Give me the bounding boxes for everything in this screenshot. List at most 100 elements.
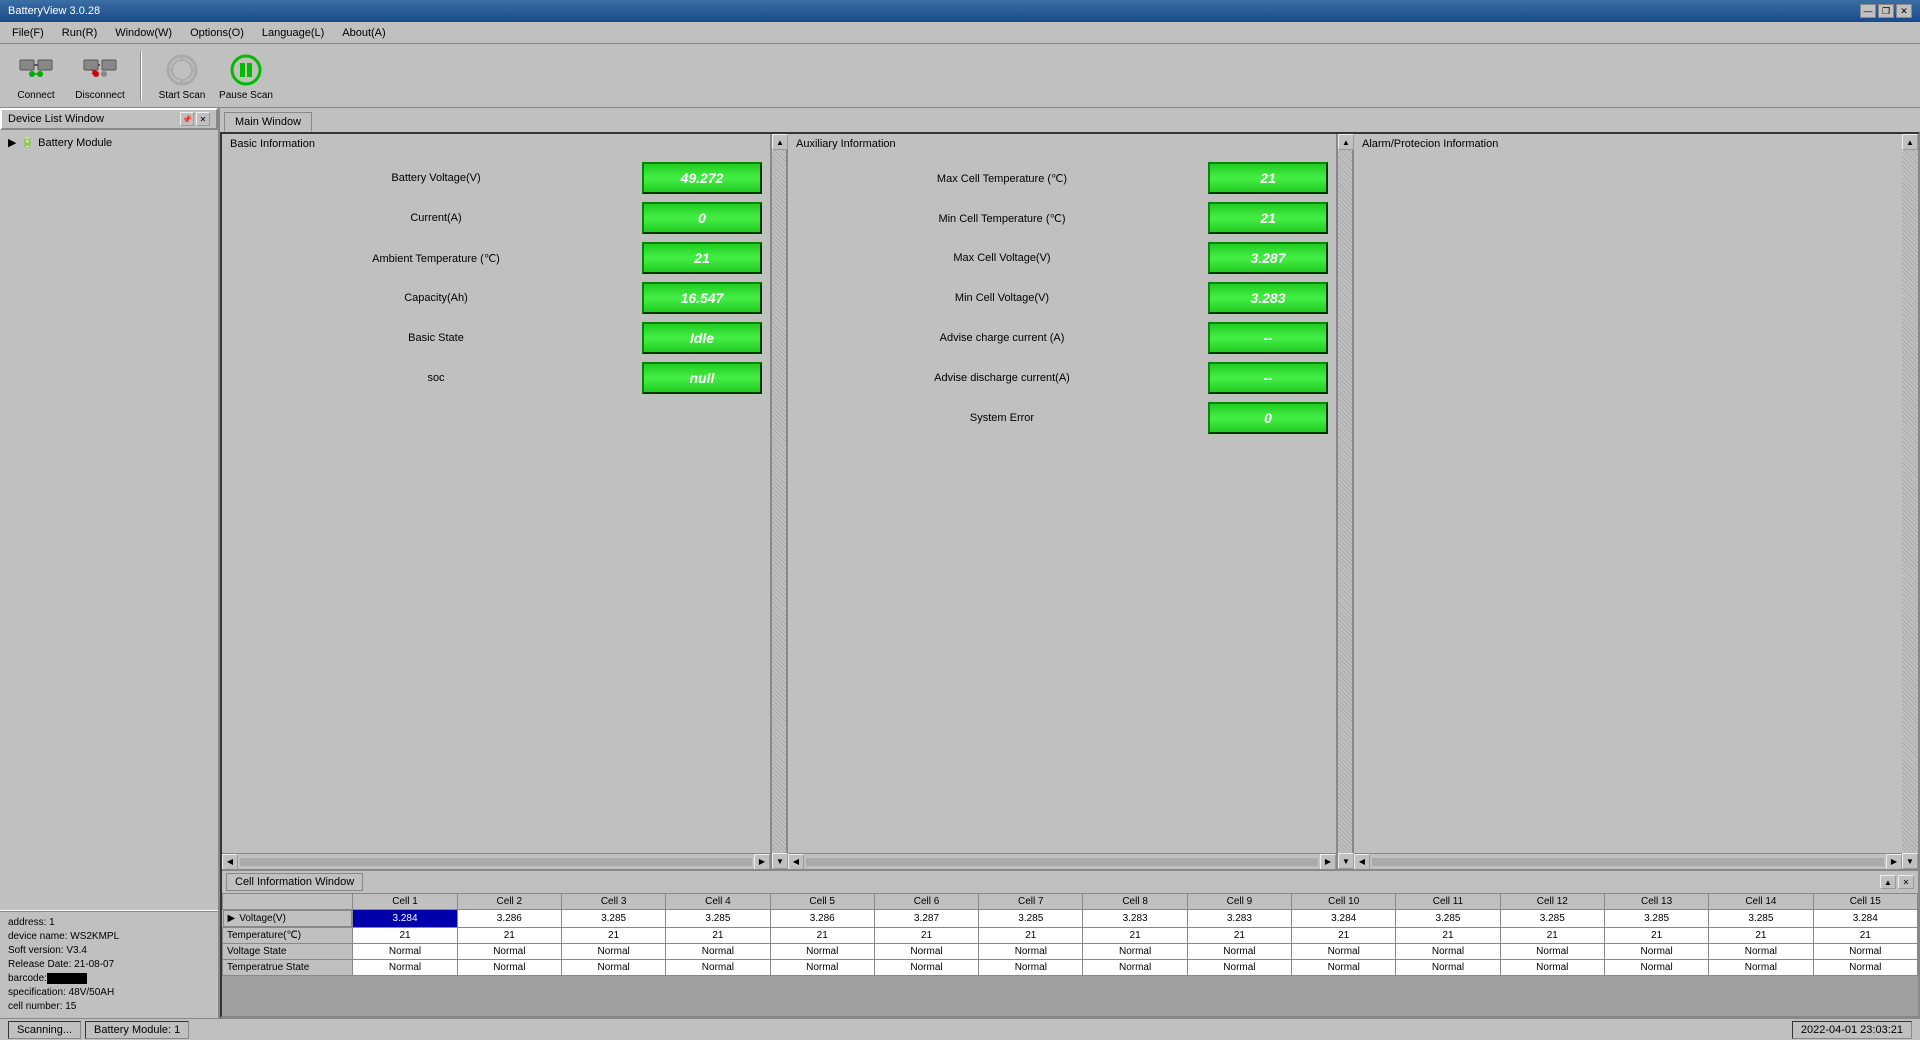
toolbar: Connect Disconnect: [0, 44, 1920, 108]
basic-hscroll-track[interactable]: [240, 858, 752, 866]
battery-module-tree-item[interactable]: ▶ 🔋 Battery Module: [4, 134, 214, 151]
max-cell-temp-value: 21: [1208, 162, 1328, 194]
right-content: Main Window Basic Information Battery Vo…: [220, 108, 1920, 1018]
alarm-hscroll-track[interactable]: [1372, 858, 1884, 866]
field-min-cell-voltage: Min Cell Voltage(V) 3.283: [796, 282, 1328, 314]
device-list-content: ▶ 🔋 Battery Module: [0, 130, 218, 910]
temp-cell7: 21: [979, 928, 1083, 944]
aux-hscroll: ◀ ▶: [788, 853, 1336, 869]
aux-hscroll-left[interactable]: ◀: [788, 854, 804, 870]
close-button[interactable]: ✕: [1896, 4, 1912, 18]
basic-vscroll-track[interactable]: [772, 150, 786, 853]
alarm-hscroll-right[interactable]: ▶: [1886, 854, 1902, 870]
disconnect-label: Disconnect: [75, 90, 124, 101]
menu-options[interactable]: Options(O): [182, 25, 252, 41]
menu-run[interactable]: Run(R): [54, 25, 105, 41]
main-tab-bar: Main Window: [220, 108, 1920, 132]
pause-scan-button[interactable]: Pause Scan: [218, 50, 274, 101]
voltage-cell7: 3.285: [979, 910, 1083, 928]
alarm-vscroll-up[interactable]: ▲: [1902, 134, 1918, 150]
aux-vscroll-track[interactable]: [1338, 150, 1352, 853]
minimize-button[interactable]: —: [1860, 4, 1876, 18]
info-soft-version: Soft version: V3.4: [8, 944, 210, 958]
left-panel: Device List Window 📌 ✕ ▶ 🔋 Battery Modul…: [0, 108, 220, 1018]
basic-info-body: Battery Voltage(V) 49.272 Current(A) 0 A…: [222, 154, 770, 853]
ambient-temp-value: 21: [642, 242, 762, 274]
col-cell11: Cell 11: [1396, 894, 1500, 910]
voltage-cell5: 3.286: [770, 910, 874, 928]
cell-table-container[interactable]: Cell 1 Cell 2 Cell 3 Cell 4 Cell 5 Cell …: [222, 893, 1918, 976]
temp-cell14: 21: [1709, 928, 1813, 944]
menu-about[interactable]: About(A): [334, 25, 393, 41]
menu-bar: File(F) Run(R) Window(W) Options(O) Lang…: [0, 22, 1920, 44]
col-cell10: Cell 10: [1292, 894, 1396, 910]
cell-window-controls: ▲ ✕: [1880, 875, 1914, 889]
col-cell3: Cell 3: [561, 894, 665, 910]
battery-module-status: Battery Module: 1: [85, 1021, 189, 1039]
aux-hscroll-track[interactable]: [806, 858, 1318, 866]
pause-scan-label: Pause Scan: [219, 90, 273, 101]
temperature-row-label: Temperature(℃): [223, 928, 353, 944]
soc-label: soc: [230, 372, 642, 384]
min-cell-temp-value: 21: [1208, 202, 1328, 234]
info-cell-number: cell number: 15: [8, 1000, 210, 1014]
col-cell14: Cell 14: [1709, 894, 1813, 910]
menu-window[interactable]: Window(W): [107, 25, 180, 41]
alarm-hscroll: ◀ ▶: [1354, 853, 1902, 869]
alarm-vscroll-track[interactable]: [1902, 150, 1918, 853]
basic-vscroll-up[interactable]: ▲: [772, 134, 788, 150]
voltage-cell3: 3.285: [561, 910, 665, 928]
menu-language[interactable]: Language(L): [254, 25, 332, 41]
min-cell-voltage-label: Min Cell Voltage(V): [796, 292, 1208, 304]
vstate-cell11: Normal: [1396, 944, 1500, 960]
basic-state-label: Basic State: [230, 332, 642, 344]
vstate-cell12: Normal: [1500, 944, 1604, 960]
basic-hscroll-left[interactable]: ◀: [222, 854, 238, 870]
alarm-vscroll-down[interactable]: ▼: [1902, 853, 1918, 869]
aux-vscroll-up[interactable]: ▲: [1338, 134, 1354, 150]
col-cell15: Cell 15: [1813, 894, 1917, 910]
cell-window-close[interactable]: ✕: [1898, 875, 1914, 889]
field-min-cell-temp: Min Cell Temperature (℃) 21: [796, 202, 1328, 234]
menu-file[interactable]: File(F): [4, 25, 52, 41]
voltage-cell1: 3.284: [353, 910, 457, 928]
tstate-cell1: Normal: [353, 960, 457, 976]
temp-state-row: Temperatrue State Normal Normal Normal N…: [223, 960, 1918, 976]
restore-button[interactable]: ❐: [1878, 4, 1894, 18]
start-scan-button[interactable]: Start Scan: [154, 50, 210, 101]
device-list-pin[interactable]: 📌: [180, 112, 194, 126]
auxiliary-info-title: Auxiliary Information: [788, 134, 1336, 154]
cell-info-window: Cell Information Window ▲ ✕ Cell 1: [222, 869, 1918, 1016]
battery-voltage-value: 49.272: [642, 162, 762, 194]
alarm-hscroll-left[interactable]: ◀: [1354, 854, 1370, 870]
system-error-label: System Error: [796, 412, 1208, 424]
device-list-close[interactable]: ✕: [196, 112, 210, 126]
connect-button[interactable]: Connect: [8, 50, 64, 101]
status-bar: Scanning... Battery Module: 1 2022-04-01…: [0, 1018, 1920, 1040]
basic-hscroll-right[interactable]: ▶: [754, 854, 770, 870]
aux-vscroll-down[interactable]: ▼: [1338, 853, 1354, 869]
col-cell2: Cell 2: [457, 894, 561, 910]
field-max-cell-temp: Max Cell Temperature (℃) 21: [796, 162, 1328, 194]
capacity-label: Capacity(Ah): [230, 292, 642, 304]
temp-cell6: 21: [874, 928, 978, 944]
basic-info-hscroll: ◀ ▶: [222, 853, 770, 869]
disconnect-button[interactable]: Disconnect: [72, 50, 128, 101]
device-list-header: Device List Window 📌 ✕: [0, 108, 218, 130]
start-scan-label: Start Scan: [159, 90, 206, 101]
tstate-cell12: Normal: [1500, 960, 1604, 976]
voltage-row-expand[interactable]: ▶: [228, 913, 236, 924]
basic-vscroll-down[interactable]: ▼: [772, 853, 788, 869]
cell-table: Cell 1 Cell 2 Cell 3 Cell 4 Cell 5 Cell …: [222, 893, 1918, 976]
col-cell12: Cell 12: [1500, 894, 1604, 910]
vstate-cell14: Normal: [1709, 944, 1813, 960]
aux-hscroll-right[interactable]: ▶: [1320, 854, 1336, 870]
info-specification: specification: 48V/50AH: [8, 986, 210, 1000]
temp-cell8: 21: [1083, 928, 1187, 944]
tstate-cell5: Normal: [770, 960, 874, 976]
cell-info-tab[interactable]: Cell Information Window: [226, 873, 363, 891]
vstate-cell2: Normal: [457, 944, 561, 960]
temperature-row: Temperature(℃) 21 21 21 21 21 21 21 21 2…: [223, 928, 1918, 944]
main-window-tab[interactable]: Main Window: [224, 112, 312, 132]
cell-window-restore[interactable]: ▲: [1880, 875, 1896, 889]
